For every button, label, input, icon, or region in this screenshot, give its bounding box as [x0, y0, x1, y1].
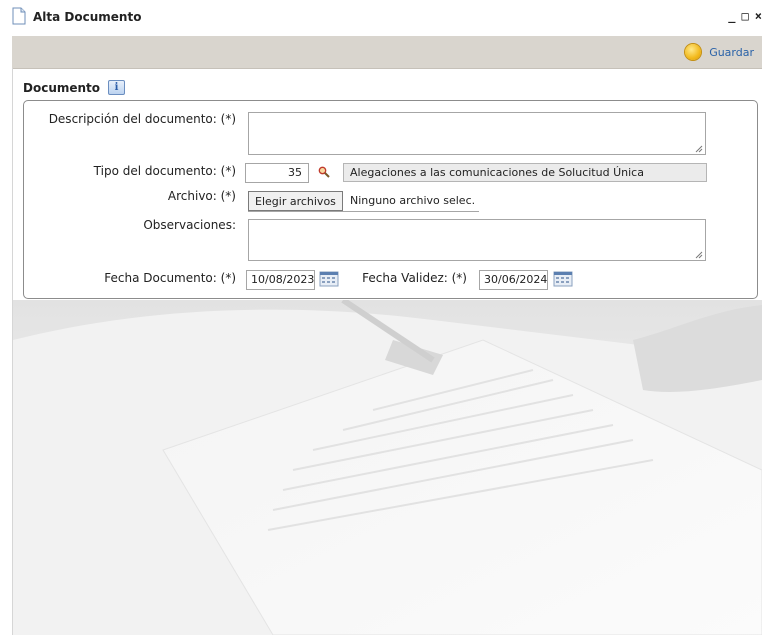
- save-label: Guardar: [709, 45, 754, 59]
- section-title: Documento: [23, 80, 101, 95]
- document-icon: [12, 7, 26, 25]
- resize-grip-icon[interactable]: [695, 251, 703, 259]
- form-panel: Descripción del documento: (*) Tipo del …: [23, 100, 758, 299]
- file-status-text: Ninguno archivo selec.: [350, 194, 476, 207]
- background-illustration: [13, 300, 762, 635]
- tipo-description: Alegaciones a las comunicaciones de Solu…: [343, 163, 707, 182]
- window-title: Alta Documento: [33, 10, 142, 24]
- search-icon[interactable]: [317, 165, 331, 179]
- maximize-button[interactable]: □: [742, 9, 749, 23]
- descripcion-label: Descripción del documento: (*): [48, 112, 236, 126]
- save-icon: [685, 44, 702, 60]
- resize-grip-icon[interactable]: [695, 145, 703, 153]
- save-button[interactable]: Guardar: [685, 44, 754, 60]
- fecha-documento-input[interactable]: 10/08/2023: [246, 270, 315, 290]
- fecha-validez-input[interactable]: 30/06/2024: [479, 270, 548, 290]
- observaciones-textarea[interactable]: [248, 219, 706, 261]
- fecha-documento-label: Fecha Documento: (*): [104, 271, 236, 285]
- calendar-icon[interactable]: [319, 271, 339, 287]
- choose-file-button[interactable]: Elegir archivos: [248, 191, 343, 211]
- descripcion-textarea[interactable]: [248, 112, 706, 155]
- close-button[interactable]: ×: [755, 9, 762, 23]
- window-controls: _ □ ×: [728, 9, 762, 23]
- info-icon[interactable]: i: [108, 80, 126, 95]
- toolbar: Guardar: [12, 36, 762, 69]
- section-header: Documento i: [23, 80, 126, 95]
- minimize-button[interactable]: _: [728, 9, 735, 23]
- window-titlebar: Alta Documento _ □ ×: [0, 0, 762, 36]
- file-input-underline: [248, 211, 479, 212]
- archivo-label: Archivo: (*): [167, 189, 236, 203]
- tipo-label: Tipo del documento: (*): [93, 164, 236, 178]
- tipo-code-input[interactable]: 35: [245, 163, 309, 183]
- calendar-icon[interactable]: [553, 271, 573, 287]
- fecha-validez-label: Fecha Validez: (*): [362, 271, 467, 285]
- observaciones-label: Observaciones:: [143, 218, 236, 232]
